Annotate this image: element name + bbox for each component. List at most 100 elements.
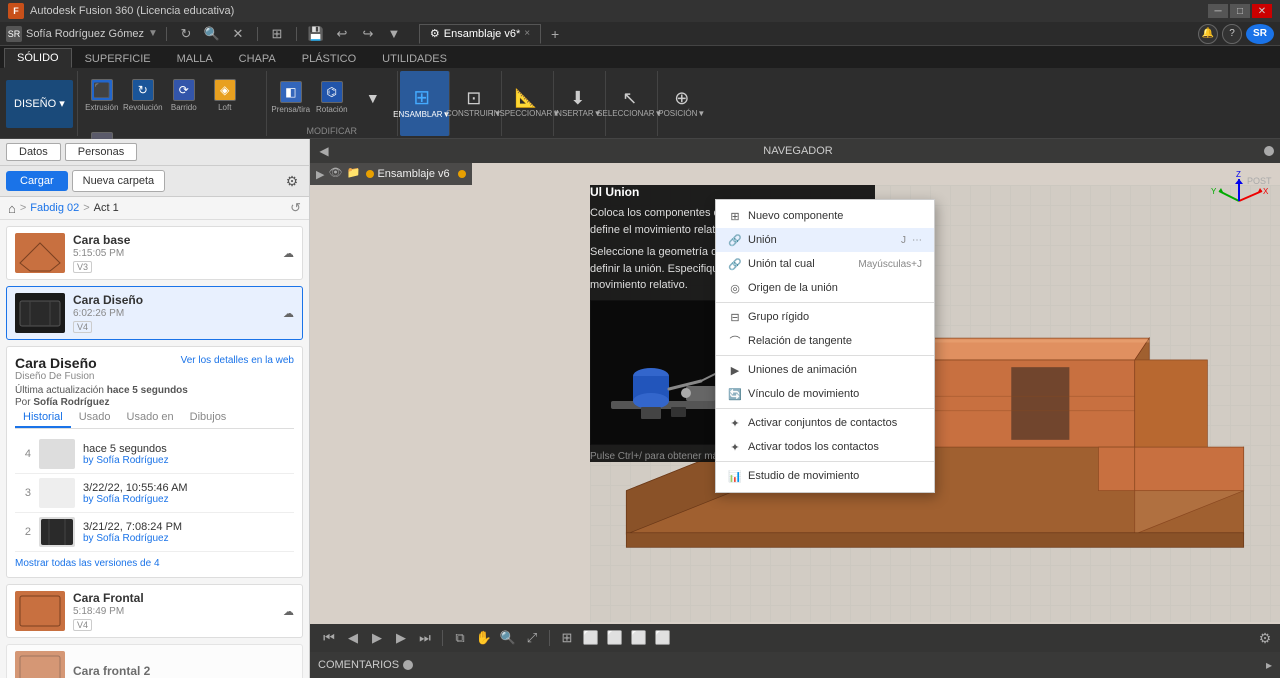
minimize-button[interactable]: ─ xyxy=(1208,4,1228,18)
crear-revolucion-btn[interactable]: ↻ Revolución xyxy=(123,71,163,119)
user-avatar-circle[interactable]: SR xyxy=(1246,24,1274,44)
prev-frame-button[interactable]: ◀ xyxy=(342,627,364,649)
detail-web-link[interactable]: Ver los detalles en la web xyxy=(181,355,294,366)
menu-activar-todos-contactos[interactable]: ✦ Activar todos los contactos xyxy=(716,435,934,459)
close-button[interactable]: ✕ xyxy=(1252,4,1272,18)
activar-conjuntos-icon: ✦ xyxy=(728,416,742,430)
show-versions-link[interactable]: Mostrar todas las versiones de 4 xyxy=(15,558,294,569)
breadcrumb-home-icon[interactable]: ⌂ xyxy=(8,201,16,216)
modificar-btn2[interactable]: ⌬ Rotación xyxy=(312,74,352,122)
modificar-btn1[interactable]: ◧ Prensa/tira xyxy=(271,74,311,122)
tab-dibujos[interactable]: Dibujos xyxy=(182,408,235,428)
posicion-main-btn[interactable]: ⊕ POSICIÓN▼ xyxy=(662,80,702,128)
design-dropdown-button[interactable]: DISEÑO ▾ xyxy=(6,80,73,128)
skip-start-button[interactable]: ⏮ xyxy=(318,627,340,649)
menu-relacion-tangente[interactable]: ⌒ Relación de tangente xyxy=(716,329,934,353)
navigator-dot[interactable] xyxy=(1264,146,1274,156)
tab-chapa[interactable]: CHAPA xyxy=(226,48,289,68)
file-card-cara-base[interactable]: Cara base 5:15:05 PM V3 ☁ xyxy=(6,226,303,280)
view-render4-button[interactable]: ⬜ xyxy=(652,627,674,649)
history-num-2: 2 xyxy=(15,526,31,538)
panel-settings-button[interactable]: ⚙ xyxy=(281,170,303,192)
cara-frontal-2-thumb xyxy=(15,651,65,678)
crear-barrido-btn[interactable]: ⟳ Barrido xyxy=(164,71,204,119)
refresh-button[interactable]: ↻ xyxy=(175,25,197,43)
modificar-mas-btn[interactable]: ▼ xyxy=(353,74,393,122)
view-render3-button[interactable]: ⬜ xyxy=(628,627,650,649)
comments-dot[interactable] xyxy=(403,660,413,670)
comments-expand-icon[interactable]: ▸ xyxy=(1266,658,1272,672)
tab-usado[interactable]: Usado xyxy=(71,408,119,428)
view-cube[interactable]: POSTERIOR X Y Z xyxy=(1207,169,1272,234)
folder-icon[interactable]: 📁 xyxy=(346,166,362,182)
maximize-button[interactable]: □ xyxy=(1230,4,1250,18)
view-cube-svg: POSTERIOR X Y Z xyxy=(1207,169,1272,234)
ensamblaje-bar: ▶ 👁 📁 Ensamblaje v6 xyxy=(310,163,472,185)
next-frame-button[interactable]: ▶ xyxy=(390,627,412,649)
view-zoom-button[interactable]: 🔍 xyxy=(497,627,519,649)
close-panel-button[interactable]: ✕ xyxy=(227,25,249,43)
breadcrumb-reload-icon[interactable]: ↺ xyxy=(290,200,301,216)
skip-end-button[interactable]: ⏭ xyxy=(414,627,436,649)
tab-malla[interactable]: MALLA xyxy=(164,48,226,68)
search-button[interactable]: 🔍 xyxy=(201,25,223,43)
menu-activar-conjuntos[interactable]: ✦ Activar conjuntos de contactos xyxy=(716,411,934,435)
breadcrumb-act1: Act 1 xyxy=(94,202,119,214)
eye-icon[interactable]: 👁 xyxy=(328,166,344,182)
insertar-main-btn[interactable]: ⬇ INSERTAR▼ xyxy=(558,80,598,128)
file-tab-close[interactable]: × xyxy=(524,28,530,39)
history-by-4: by Sofía Rodríguez xyxy=(83,455,294,466)
tab-superficie[interactable]: SUPERFICIE xyxy=(72,48,164,68)
tab-usado-en[interactable]: Usado en xyxy=(119,408,182,428)
view-fit-button[interactable]: ⤢ xyxy=(521,627,543,649)
cara-diseno-badge: V4 xyxy=(73,321,92,333)
play-button[interactable]: ▶ xyxy=(366,627,388,649)
tab-plastico[interactable]: PLÁSTICO xyxy=(289,48,369,68)
save-button[interactable]: 💾 xyxy=(305,25,327,43)
nueva-carpeta-button[interactable]: Nueva carpeta xyxy=(72,170,166,192)
menu-uniones-animacion[interactable]: ▶ Uniones de animación xyxy=(716,358,934,382)
ensamblar-main-btn[interactable]: ⊞ ENSAMBLAR▼ xyxy=(402,80,442,128)
notifications-button[interactable]: 🔔 xyxy=(1198,24,1218,44)
help-button[interactable]: ? xyxy=(1222,24,1242,44)
seleccionar-main-btn[interactable]: ↖ SELECCIONAR▼ xyxy=(610,80,650,128)
menu-union[interactable]: 🔗 Unión J ⋯ xyxy=(716,228,934,252)
tree-arrow-icon[interactable]: ▶ xyxy=(316,168,324,181)
menu-vinculo-movimiento[interactable]: 🔄 Vínculo de movimiento xyxy=(716,382,934,406)
tab-utilidades[interactable]: UTILIDADES xyxy=(369,48,460,68)
more-arrows-button[interactable]: ▼ xyxy=(383,25,405,43)
crear-loft-btn[interactable]: ◈ Loft xyxy=(205,71,245,119)
datos-tab[interactable]: Datos xyxy=(6,143,61,161)
menu-nuevo-componente[interactable]: ⊞ Nuevo componente xyxy=(716,204,934,228)
menu-origen-union[interactable]: ◎ Origen de la unión xyxy=(716,276,934,300)
view-pan-button[interactable]: ✋ xyxy=(473,627,495,649)
file-card-cara-frontal-2[interactable]: Cara frontal 2 xyxy=(6,644,303,678)
ensamblaje-label: Ensamblaje v6 xyxy=(377,168,449,180)
file-card-cara-diseno[interactable]: Cara Diseño 6:02:26 PM V4 ☁ xyxy=(6,286,303,340)
personas-tab[interactable]: Personas xyxy=(65,143,137,161)
menu-grupo-rigido[interactable]: ⊟ Grupo rígido xyxy=(716,305,934,329)
navigator-back-button[interactable]: ◀ xyxy=(316,143,332,159)
user-info[interactable]: SR Sofía Rodríguez Gómez ▼ xyxy=(6,26,158,42)
construir-main-btn[interactable]: ⊡ CONSTRUIR▼ xyxy=(454,80,494,128)
viewport-settings-button[interactable]: ⚙ xyxy=(1250,624,1280,652)
inspeccionar-main-btn[interactable]: 📐 INSPECCIONAR▼ xyxy=(506,80,546,128)
redo-button[interactable]: ↪ xyxy=(357,25,379,43)
apps-grid-button[interactable]: ⊞ xyxy=(266,25,288,43)
add-tab-button[interactable]: + xyxy=(545,24,565,44)
file-card-cara-frontal[interactable]: Cara Frontal 5:18:49 PM V4 ☁ xyxy=(6,584,303,638)
breadcrumb-fabdig[interactable]: Fabdig 02 xyxy=(30,202,79,214)
view-grid-button[interactable]: ⊞ xyxy=(556,627,578,649)
view-render1-button[interactable]: ⬜ xyxy=(580,627,602,649)
view-render2-button[interactable]: ⬜ xyxy=(604,627,626,649)
crear-extrusion-btn[interactable]: ⬛ Extrusión xyxy=(82,71,122,119)
view-orbit-button[interactable]: ⧉ xyxy=(449,627,471,649)
menu-estudio-movimiento[interactable]: 📊 Estudio de movimiento xyxy=(716,464,934,488)
tab-solido[interactable]: SÓLIDO xyxy=(4,48,72,68)
file-tab-ensamblaje[interactable]: ⚙ Ensamblaje v6* × xyxy=(419,24,541,44)
tab-historial[interactable]: Historial xyxy=(15,408,71,428)
cargar-button[interactable]: Cargar xyxy=(6,171,68,191)
undo-button[interactable]: ↩ xyxy=(331,25,353,43)
cara-frontal-badge: V4 xyxy=(73,619,92,631)
menu-union-tal-cual[interactable]: 🔗 Unión tal cual Mayúsculas+J xyxy=(716,252,934,276)
